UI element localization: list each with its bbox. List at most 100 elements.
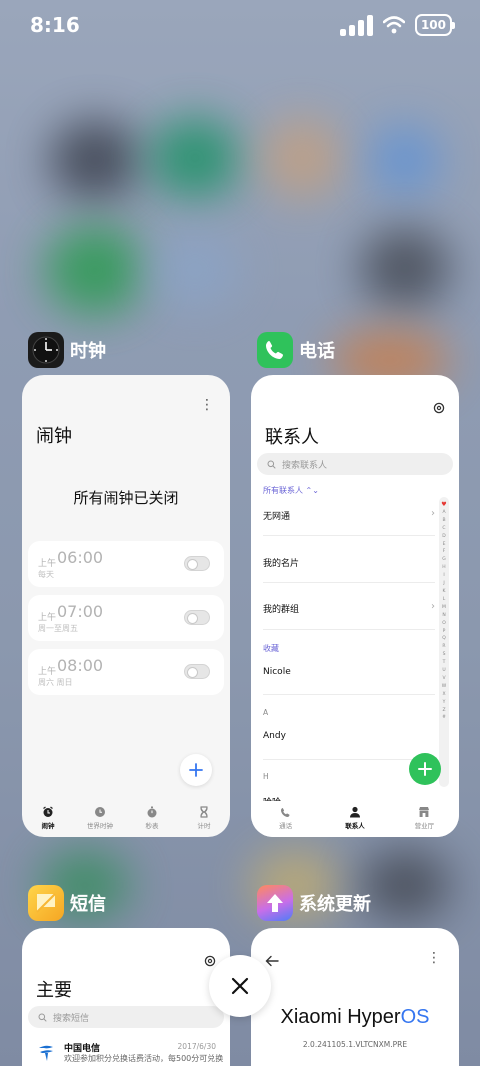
alphabet-index-letter[interactable]: # xyxy=(439,714,449,722)
alphabet-index-letter[interactable]: T xyxy=(439,659,449,667)
tab-calls[interactable]: 通话 xyxy=(251,801,320,837)
contact-item[interactable]: Nicole xyxy=(263,667,435,677)
phone-call-icon xyxy=(281,807,290,817)
store-icon xyxy=(419,807,430,817)
world-clock-icon xyxy=(95,807,105,817)
app-header-updater[interactable]: 系统更新 xyxy=(257,885,371,921)
alphabet-index-letter[interactable]: Y xyxy=(439,699,449,707)
alarm-item[interactable]: 上午 07:00 周一至周五 xyxy=(28,595,224,641)
clock-app-card[interactable]: ⋮ 闹钟 所有闹钟已关闭 上午 06:00 每天 上午 07:00 周一至周五 … xyxy=(22,375,230,837)
app-header-messages[interactable]: 短信 xyxy=(28,885,106,921)
sms-date: 2017/6/30 xyxy=(177,1042,216,1051)
stopwatch-icon xyxy=(147,806,157,818)
alarm-toggle[interactable] xyxy=(184,664,210,679)
contact-search-input[interactable]: 搜索联系人 xyxy=(257,453,453,475)
alphabet-index-letter[interactable]: V xyxy=(439,675,449,683)
clear-all-button[interactable] xyxy=(209,955,271,1017)
tab-label: 营业厅 xyxy=(414,822,435,830)
app-name-phone: 电话 xyxy=(299,341,335,362)
tab-label: 通话 xyxy=(279,822,293,830)
tab-alarm[interactable]: 闹钟 xyxy=(22,801,74,837)
updater-app-card[interactable]: ⋮ Xiaomi HyperOS 2.0.241105.1.VLTCNXM.PR… xyxy=(251,928,459,1066)
tab-store[interactable]: 营业厅 xyxy=(390,801,459,837)
messages-app-card[interactable]: 主要 搜索短信 中国电信 2017/6/30 欢迎参加积分兑换话费活动，每500… xyxy=(22,928,230,1066)
alphabet-index-letter[interactable]: F xyxy=(439,548,449,556)
alphabet-index-letter[interactable]: C xyxy=(439,525,449,533)
alphabet-index-letter[interactable]: Q xyxy=(439,635,449,643)
sms-search-input[interactable]: 搜索短信 xyxy=(28,1006,224,1028)
alarm-toggle[interactable] xyxy=(184,556,210,571)
contact-filter-dropdown[interactable]: 所有联系人 ⌃⌄ xyxy=(263,485,319,496)
alphabet-index-letter[interactable]: U xyxy=(439,667,449,675)
timer-icon xyxy=(200,806,208,818)
more-icon[interactable]: ⋮ xyxy=(427,950,441,966)
alarm-ampm: 上午 xyxy=(38,613,57,623)
alphabet-index-letter[interactable]: N xyxy=(439,612,449,620)
clock-app-icon xyxy=(28,332,64,368)
alarm-item[interactable]: 上午 06:00 每天 xyxy=(28,541,224,587)
tab-stopwatch[interactable]: 秒表 xyxy=(126,801,178,837)
phone-app-icon xyxy=(257,332,293,368)
alphabet-index-letter[interactable]: D xyxy=(439,533,449,541)
alphabet-index-letter[interactable]: W xyxy=(439,683,449,691)
alphabet-index-letter[interactable]: Z xyxy=(439,707,449,715)
alarm-time: 08:00 xyxy=(57,656,104,675)
more-icon[interactable]: ⋮ xyxy=(200,397,214,413)
app-name-messages: 短信 xyxy=(70,894,106,915)
alphabet-index-scrollbar[interactable]: ♥ A B C D E F G H I J K L M N O P Q R S T U V W X Y Z # xyxy=(439,497,449,787)
alphabet-index-letter[interactable]: P xyxy=(439,628,449,636)
add-alarm-button[interactable] xyxy=(180,754,212,786)
contact-item[interactable]: Andy xyxy=(263,731,435,741)
background-blur xyxy=(50,120,140,200)
alphabet-index-letter[interactable]: R xyxy=(439,643,449,651)
search-placeholder: 搜索短信 xyxy=(53,1013,90,1024)
alphabet-index-letter[interactable]: H xyxy=(439,564,449,572)
page-title: 联系人 xyxy=(265,427,319,448)
plus-icon xyxy=(189,763,203,777)
settings-gear-icon[interactable] xyxy=(433,399,445,418)
brand-main: Xiaomi Hyper xyxy=(280,1006,401,1028)
chevron-right-icon: › xyxy=(431,508,435,519)
alphabet-index-letter[interactable]: S xyxy=(439,651,449,659)
tab-label: 联系人 xyxy=(345,822,365,830)
contacts-icon xyxy=(349,806,360,818)
alphabet-index-letter[interactable]: E xyxy=(439,541,449,549)
updater-app-icon xyxy=(257,885,293,921)
alarm-item[interactable]: 上午 08:00 周六 周日 xyxy=(28,649,224,695)
app-header-phone[interactable]: 电话 xyxy=(257,332,335,368)
tab-world-clock[interactable]: 世界时钟 xyxy=(74,801,126,837)
back-arrow-icon[interactable] xyxy=(265,952,279,971)
tab-timer[interactable]: 计时 xyxy=(178,801,230,837)
page-title: 闹钟 xyxy=(36,426,72,447)
search-icon xyxy=(38,1013,47,1022)
alphabet-index-letter[interactable]: O xyxy=(439,620,449,628)
list-item[interactable]: 我的群组 › xyxy=(263,601,435,615)
brand-os: OS xyxy=(400,1006,430,1028)
status-time: 8:16 xyxy=(30,13,80,37)
alphabet-index-letter[interactable]: X xyxy=(439,691,449,699)
alphabet-index-letter[interactable]: A xyxy=(439,509,449,517)
search-icon xyxy=(267,460,276,469)
contact-name: Andy xyxy=(263,731,286,741)
list-item[interactable]: 无网通 › xyxy=(263,508,435,522)
alphabet-index-letter[interactable]: K xyxy=(439,588,449,596)
list-item-label: 我的名片 xyxy=(263,559,300,569)
alphabet-index-letter[interactable]: G xyxy=(439,556,449,564)
list-item[interactable]: 我的名片 xyxy=(263,556,435,569)
tab-contacts[interactable]: 联系人 xyxy=(321,801,390,837)
phone-app-card[interactable]: 联系人 搜索联系人 所有联系人 ⌃⌄ 无网通 › 我的名片 我的群组 › 收藏 … xyxy=(251,375,459,837)
alphabet-index-letter[interactable]: I xyxy=(439,572,449,580)
alphabet-index-letter[interactable]: M xyxy=(439,604,449,612)
add-contact-button[interactable] xyxy=(409,753,441,785)
alphabet-index-letter[interactable]: J xyxy=(439,580,449,588)
signal-icon xyxy=(339,14,373,36)
alarm-ampm: 上午 xyxy=(38,559,57,569)
alphabet-index-letter[interactable]: ♥ xyxy=(439,501,449,509)
wifi-icon xyxy=(382,16,405,34)
alarm-toggle[interactable] xyxy=(184,610,210,625)
alphabet-index-letter[interactable]: L xyxy=(439,596,449,604)
alphabet-index-letter[interactable]: B xyxy=(439,517,449,525)
hyperos-logo: Xiaomi HyperOS xyxy=(251,1006,459,1029)
app-header-clock[interactable]: 时钟 xyxy=(28,332,106,368)
search-placeholder: 搜索联系人 xyxy=(282,460,328,471)
